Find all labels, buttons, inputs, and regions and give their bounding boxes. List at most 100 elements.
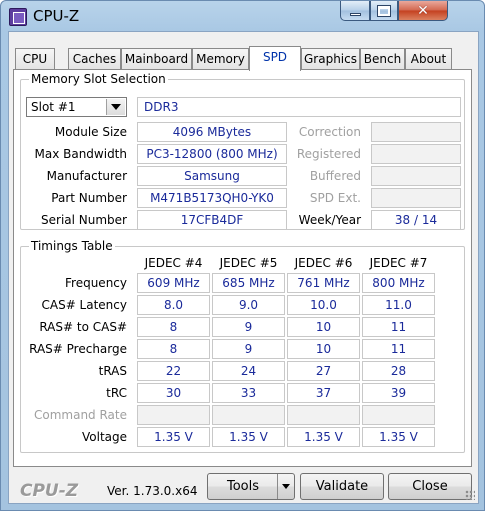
- timing-cell: 28: [362, 361, 435, 381]
- timing-cell: 9: [212, 339, 285, 359]
- column-header: JEDEC #7: [369, 256, 428, 270]
- spd-panel: Memory Slot Selection Slot #1 DDR3 Modul…: [13, 69, 472, 467]
- timing-cell: [137, 405, 210, 425]
- minimize-icon: [349, 13, 361, 16]
- buffered-value: [371, 166, 461, 186]
- timing-cell: 10: [287, 317, 360, 337]
- timings-table-group: Timings Table JEDEC #4 JEDEC #5 JEDEC #6…: [20, 239, 465, 453]
- correction-value: [371, 122, 461, 142]
- timing-cell: 8: [137, 339, 210, 359]
- column-header: JEDEC #5: [219, 256, 278, 270]
- resize-grip-icon[interactable]: [465, 490, 475, 500]
- timing-cell: 37: [287, 383, 360, 403]
- ras-precharge-label: RAS# Precharge: [29, 342, 127, 356]
- timing-cell: 1.35 V: [212, 427, 285, 447]
- tab-memory[interactable]: Memory: [192, 48, 249, 70]
- client-area: CPU Caches Mainboard Memory SPD Graphics…: [8, 31, 479, 504]
- week-year-value: 38 / 14: [371, 210, 461, 230]
- part-number-value: M471B5173QH0-YK0: [137, 188, 287, 208]
- timing-cell: 11: [362, 317, 435, 337]
- correction-label: Correction: [298, 125, 361, 139]
- tab-cpu[interactable]: CPU: [15, 48, 55, 70]
- memory-slot-selection-group: Memory Slot Selection Slot #1 DDR3 Modul…: [20, 72, 465, 230]
- tools-button-label: Tools: [226, 479, 260, 494]
- column-header: JEDEC #4: [144, 256, 203, 270]
- tras-label: tRAS: [98, 364, 127, 378]
- timing-cell: 33: [212, 383, 285, 403]
- timing-cell: 9: [212, 317, 285, 337]
- minimize-button[interactable]: [340, 1, 370, 21]
- module-size-value: 4096 MBytes: [137, 122, 287, 142]
- version-text: Ver. 1.73.0.x64: [107, 484, 198, 498]
- timing-cell: 800 MHz: [362, 273, 435, 293]
- manufacturer-value: Samsung: [137, 166, 287, 186]
- slot-select[interactable]: Slot #1: [26, 97, 127, 117]
- timing-cell: 761 MHz: [287, 273, 360, 293]
- timing-cell: [287, 405, 360, 425]
- timing-cell: 39: [362, 383, 435, 403]
- timing-cell: 609 MHz: [137, 273, 210, 293]
- timing-cell: 8: [137, 317, 210, 337]
- timing-cell: [362, 405, 435, 425]
- chevron-down-icon[interactable]: [106, 99, 125, 115]
- tools-button[interactable]: Tools: [207, 473, 295, 500]
- title-bar[interactable]: CPU-Z ✕: [1, 1, 484, 31]
- tab-spd[interactable]: SPD: [249, 46, 301, 71]
- maximize-icon: [377, 4, 391, 17]
- close-icon: ✕: [417, 2, 429, 19]
- module-size-label: Module Size: [54, 125, 127, 139]
- spd-ext-value: [371, 188, 461, 208]
- tab-about[interactable]: About: [405, 48, 452, 70]
- tab-caches[interactable]: Caches: [68, 48, 121, 70]
- close-window-button[interactable]: ✕: [398, 1, 448, 21]
- max-bandwidth-label: Max Bandwidth: [34, 147, 127, 161]
- timing-cell: 10: [287, 339, 360, 359]
- trc-label: tRC: [106, 386, 127, 400]
- column-header: JEDEC #6: [294, 256, 353, 270]
- ras-to-cas-label: RAS# to CAS#: [39, 320, 127, 334]
- timing-cell: 8.0: [137, 295, 210, 315]
- close-button[interactable]: Close: [388, 473, 472, 500]
- timing-cell: 10.0: [287, 295, 360, 315]
- memory-slot-selection-title: Memory Slot Selection: [29, 72, 168, 86]
- timing-cell: 685 MHz: [212, 273, 285, 293]
- timing-cell: 1.35 V: [287, 427, 360, 447]
- slot-select-value: Slot #1: [31, 100, 76, 114]
- command-rate-label: Command Rate: [33, 408, 127, 422]
- chevron-down-icon[interactable]: [277, 474, 294, 499]
- cas-latency-label: CAS# Latency: [41, 298, 127, 312]
- spd-ext-label: SPD Ext.: [309, 191, 361, 205]
- frequency-label: Frequency: [65, 276, 127, 290]
- registered-label: Registered: [296, 147, 361, 161]
- serial-number-label: Serial Number: [41, 213, 127, 227]
- week-year-label: Week/Year: [298, 213, 361, 227]
- timing-cell: 24: [212, 361, 285, 381]
- manufacturer-label: Manufacturer: [46, 169, 127, 183]
- timing-cell: [212, 405, 285, 425]
- timing-cell: 9.0: [212, 295, 285, 315]
- maximize-button[interactable]: [370, 1, 398, 21]
- timing-cell: 1.35 V: [137, 427, 210, 447]
- serial-number-value: 17CFB4DF: [137, 210, 287, 230]
- window-title: CPU-Z: [33, 7, 80, 25]
- timing-cell: 11.0: [362, 295, 435, 315]
- app-icon: [9, 8, 27, 26]
- timings-table-title: Timings Table: [29, 239, 115, 253]
- cpu-z-logo: CPU-Z: [20, 481, 79, 501]
- voltage-label: Voltage: [81, 430, 127, 444]
- max-bandwidth-value: PC3-12800 (800 MHz): [137, 144, 287, 164]
- tab-bench[interactable]: Bench: [360, 48, 405, 70]
- timing-cell: 27: [287, 361, 360, 381]
- memory-type-value: DDR3: [137, 97, 461, 117]
- timing-cell: 11: [362, 339, 435, 359]
- window-frame: CPU-Z ✕ CPU Caches Mainboard Memory SPD …: [0, 0, 485, 511]
- tab-mainboard[interactable]: Mainboard: [121, 48, 192, 70]
- registered-value: [371, 144, 461, 164]
- timing-cell: 22: [137, 361, 210, 381]
- validate-button[interactable]: Validate: [300, 473, 384, 500]
- part-number-label: Part Number: [51, 191, 127, 205]
- timing-cell: 30: [137, 383, 210, 403]
- tab-graphics[interactable]: Graphics: [301, 48, 360, 70]
- buffered-label: Buffered: [309, 169, 361, 183]
- timing-cell: 1.35 V: [362, 427, 435, 447]
